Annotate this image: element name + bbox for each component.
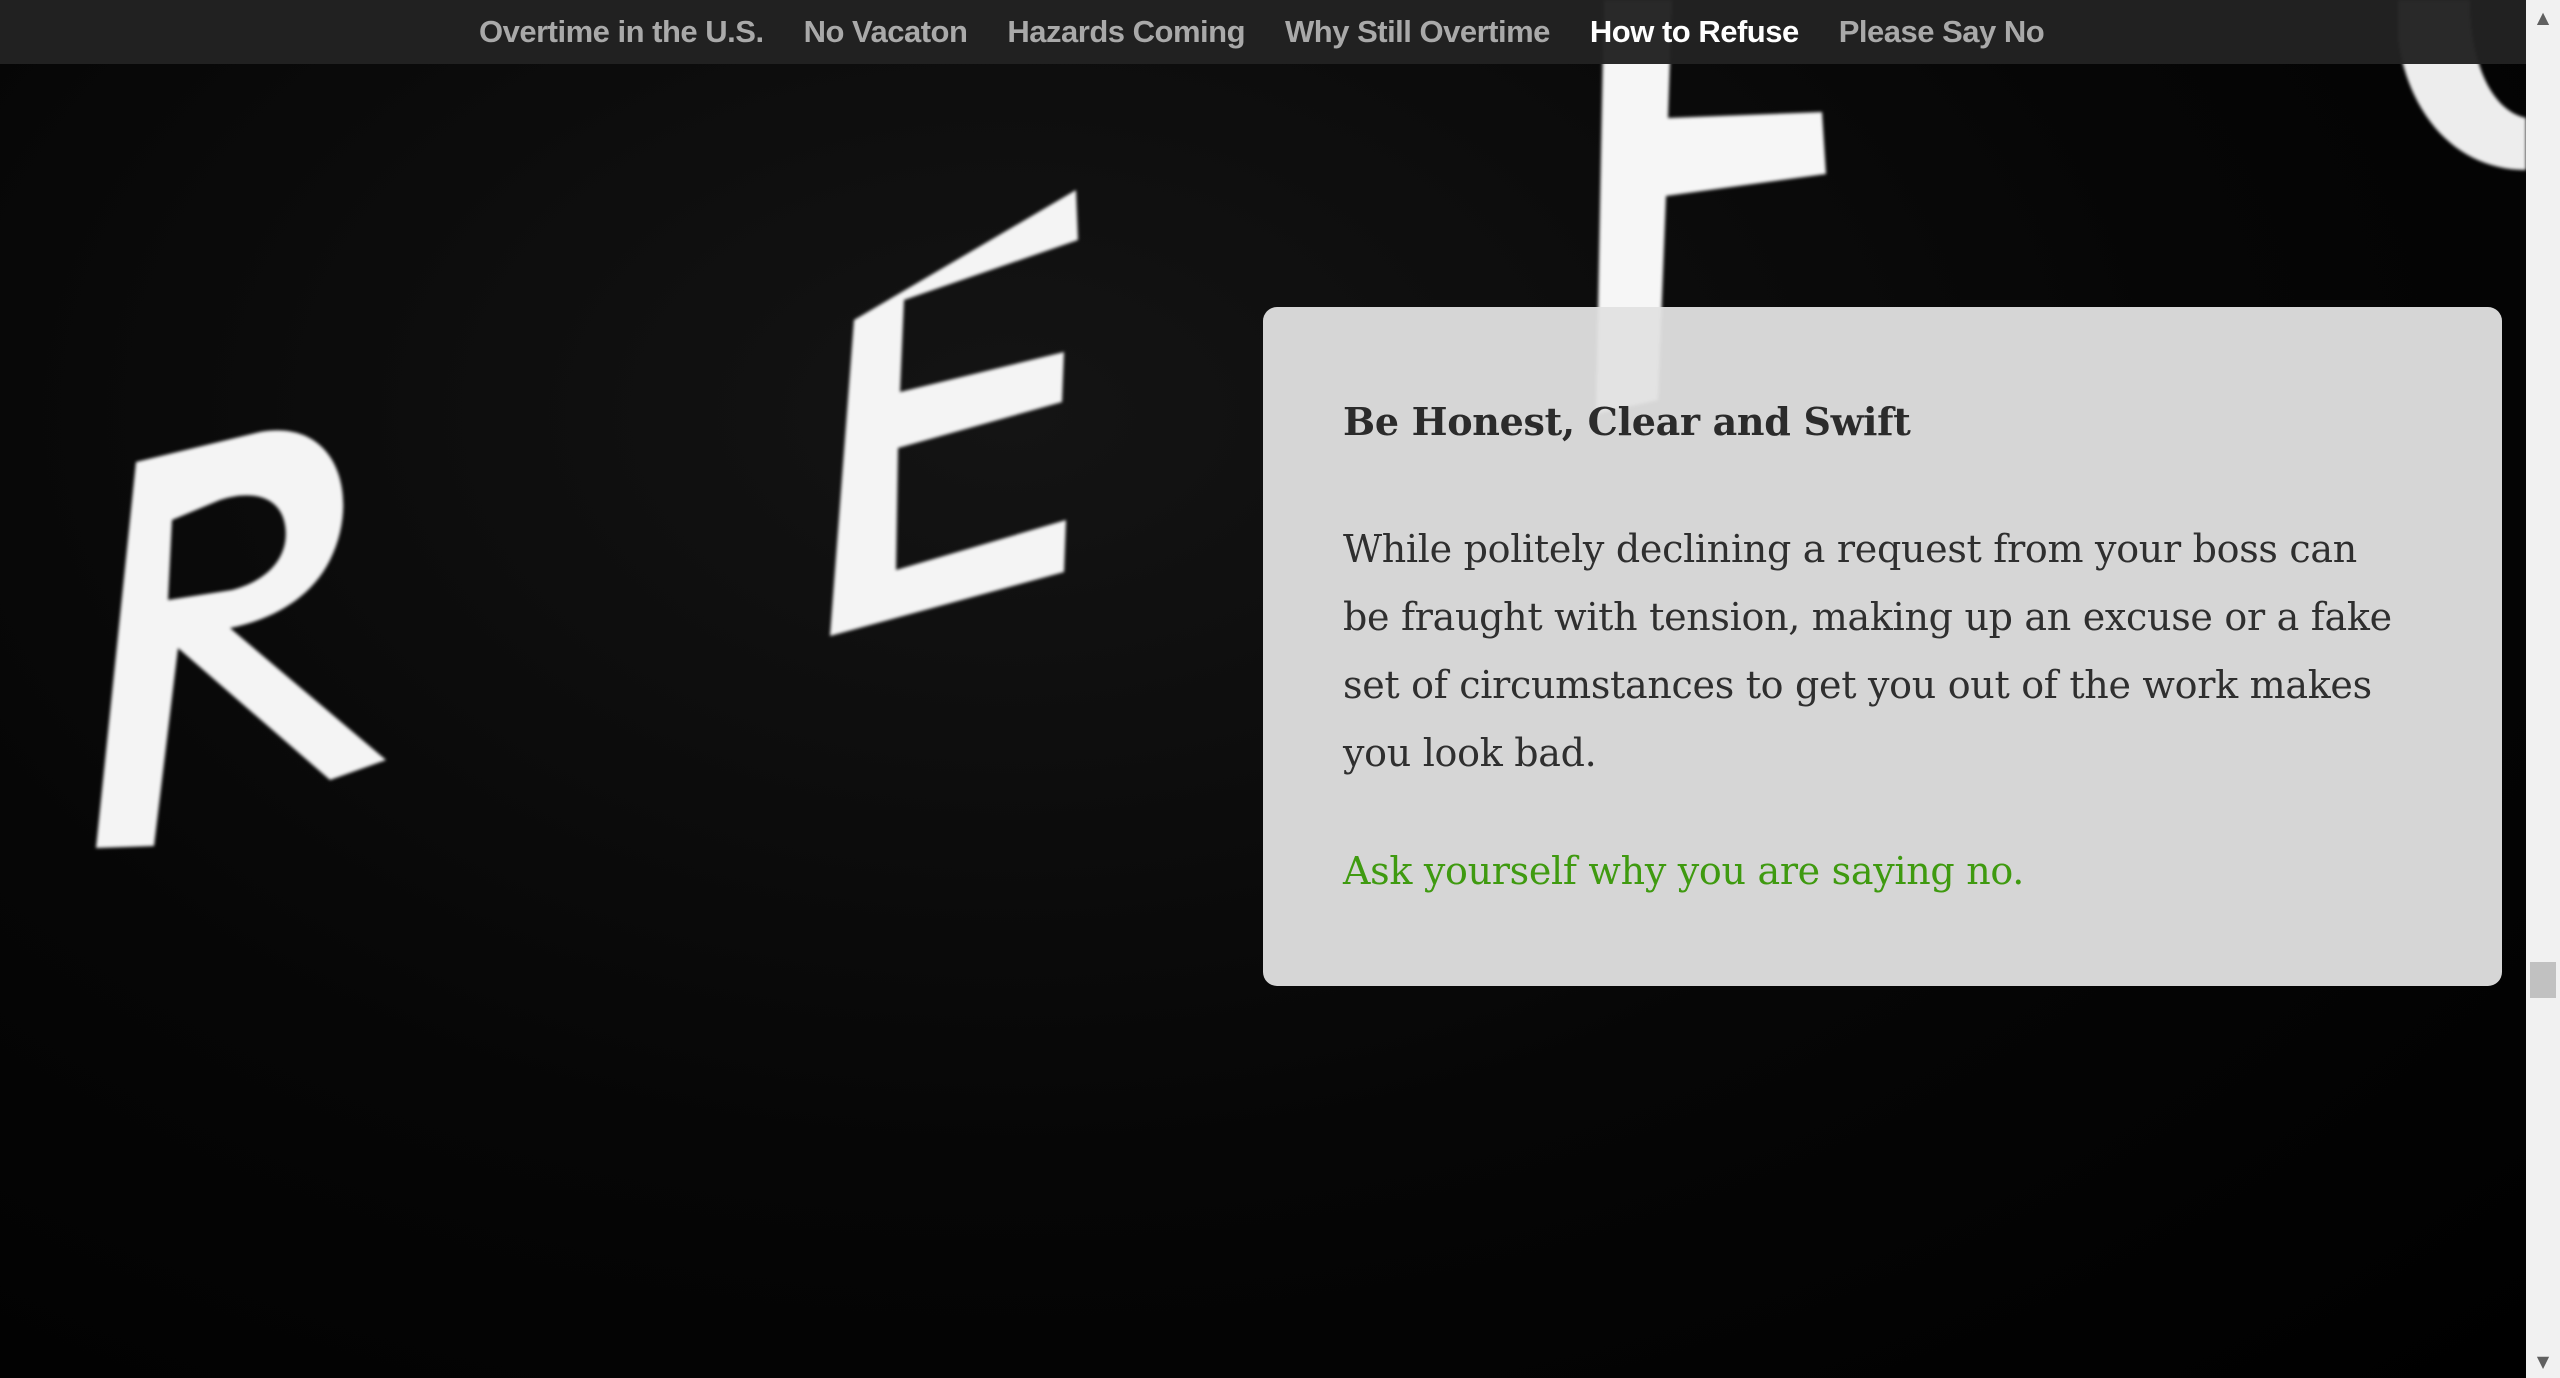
page-scrollbar[interactable]: ▲ ▼ xyxy=(2526,0,2560,1378)
nav-item-please-say-no[interactable]: Please Say No xyxy=(1839,14,2045,50)
card-highlight-text: Ask yourself why you are saying no. xyxy=(1343,849,2025,893)
card-body-text: While politely declining a request from … xyxy=(1343,527,2392,775)
top-navigation: Overtime in the U.S. No Vacaton Hazards … xyxy=(0,0,2526,64)
scroll-down-icon[interactable]: ▼ xyxy=(2526,1344,2560,1378)
card-heading: Be Honest, Clear and Swift xyxy=(1343,399,1911,444)
letter-e xyxy=(830,190,1078,636)
letter-r xyxy=(96,430,386,848)
scroll-up-icon[interactable]: ▲ xyxy=(2526,0,2560,34)
nav-item-why-still-overtime[interactable]: Why Still Overtime xyxy=(1285,14,1550,50)
nav-item-how-to-refuse[interactable]: How to Refuse xyxy=(1590,14,1799,50)
nav-item-overtime-us[interactable]: Overtime in the U.S. xyxy=(479,14,764,50)
content-card: Be Honest, Clear and Swift While politel… xyxy=(1263,307,2502,986)
scrollbar-thumb[interactable] xyxy=(2530,962,2556,998)
nav-item-no-vacaton[interactable]: No Vacaton xyxy=(804,14,968,50)
nav-item-hazards-coming[interactable]: Hazards Coming xyxy=(1007,14,1245,50)
nav-menu: Overtime in the U.S. No Vacaton Hazards … xyxy=(479,0,2084,64)
